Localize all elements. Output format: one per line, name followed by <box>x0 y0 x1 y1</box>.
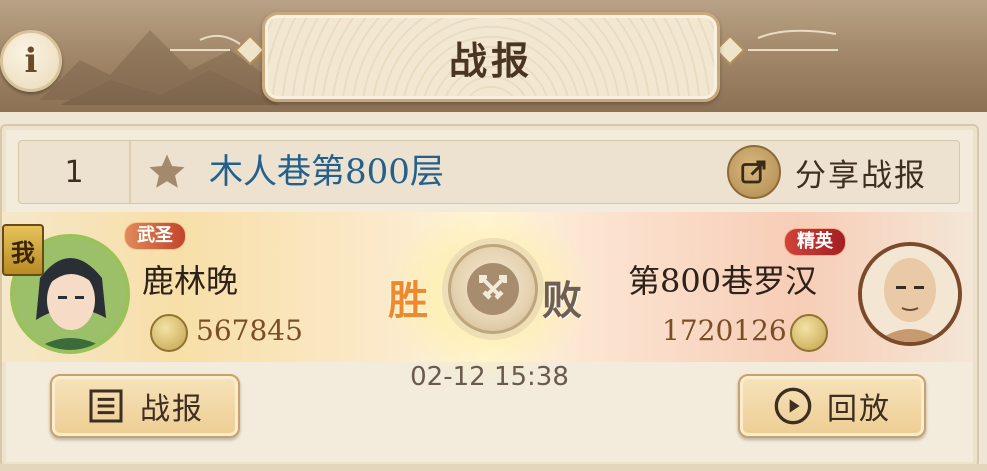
battle-report-card: 1 木人巷第800层 分享战报 我 武圣 鹿林晚 567845 胜 败 精英 第… <box>0 124 979 468</box>
share-icon <box>727 145 781 199</box>
share-report-button[interactable]: 分享战报 <box>727 145 957 199</box>
player-title-left: 武圣 <box>124 222 186 250</box>
star-icon <box>149 154 185 188</box>
view-report-label: 战报 <box>140 392 204 427</box>
replay-label: 回放 <box>827 392 891 427</box>
info-icon: i <box>24 41 38 81</box>
list-icon <box>89 389 123 423</box>
title-wing-right <box>714 29 838 66</box>
next-card-edge <box>0 464 987 471</box>
player-title-right: 精英 <box>784 228 846 256</box>
title-wing-left <box>170 34 266 66</box>
view-report-button[interactable]: 战报 <box>50 374 240 438</box>
crossed-swords-icon <box>467 263 519 315</box>
player-name-left: 鹿林晚 <box>142 262 239 300</box>
result-win-label: 胜 <box>388 277 428 324</box>
player-portrait-right <box>862 246 958 342</box>
player-power-left: 567845 <box>196 314 303 347</box>
result-lose-label: 败 <box>542 277 582 324</box>
player-power-right: 1720126 <box>662 314 787 347</box>
battle-summary: 我 武圣 鹿林晚 567845 胜 败 精英 第800巷罗汉 1720126 <box>2 202 973 382</box>
level-name: 木人巷第800层 <box>209 152 444 192</box>
replay-button[interactable]: 回放 <box>738 374 926 438</box>
player-avatar-right[interactable] <box>858 242 962 346</box>
report-header-row: 1 木人巷第800层 分享战报 <box>18 140 960 204</box>
share-label: 分享战报 <box>795 157 927 194</box>
me-badge: 我 <box>2 224 44 276</box>
title-plate: 战报 <box>262 12 720 102</box>
vs-medal <box>448 244 538 334</box>
page-title: 战报 <box>448 37 533 83</box>
power-coin-icon <box>790 314 828 352</box>
play-icon <box>774 387 812 425</box>
rank-number: 1 <box>19 141 131 203</box>
header-bar: i 战报 <box>0 0 987 112</box>
info-button[interactable]: i <box>0 30 62 92</box>
player-name-right: 第800巷罗汉 <box>628 262 818 300</box>
power-coin-icon <box>150 314 188 352</box>
